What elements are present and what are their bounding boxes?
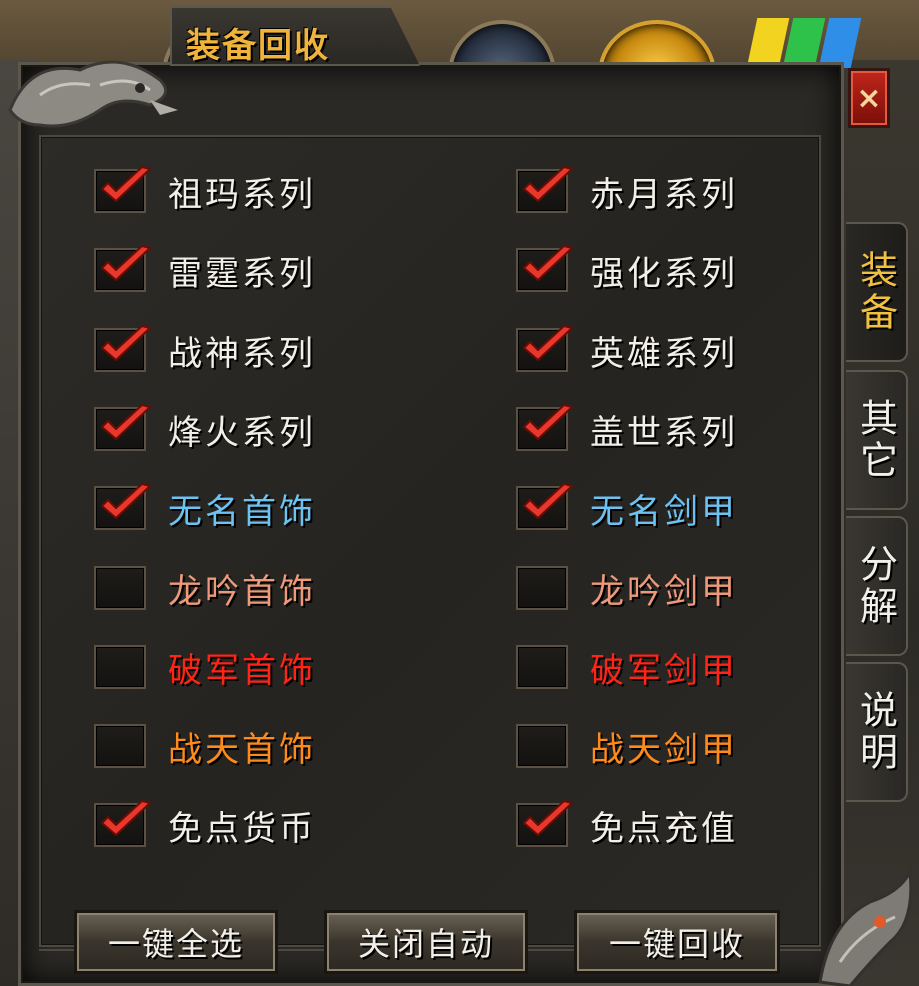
checkmark-icon <box>98 244 154 288</box>
option-label: 免点充值 <box>590 808 738 849</box>
option-item[interactable]: 无名首饰 <box>94 483 316 533</box>
checkbox-checked[interactable] <box>94 404 151 451</box>
checkbox-unchecked[interactable] <box>516 645 568 689</box>
checkmark-icon <box>98 324 154 368</box>
option-item[interactable]: 战天首饰 <box>94 721 316 771</box>
checkbox-unchecked[interactable] <box>94 724 146 768</box>
option-item[interactable]: 免点充值 <box>516 800 738 850</box>
option-label: 战天剑甲 <box>590 729 738 770</box>
checkmark-icon <box>520 482 576 526</box>
select-all-button[interactable]: 一键全选 <box>74 910 278 974</box>
option-item[interactable]: 破军首饰 <box>94 642 316 692</box>
option-item[interactable]: 战天剑甲 <box>516 721 738 771</box>
checkbox-checked[interactable] <box>516 245 573 292</box>
checkmark-icon <box>520 799 576 843</box>
checkbox-checked[interactable] <box>94 166 151 213</box>
option-item[interactable]: 免点货币 <box>94 800 316 850</box>
option-item[interactable]: 战神系列 <box>94 325 316 375</box>
option-label: 龙吟首饰 <box>168 571 316 612</box>
option-item[interactable]: 龙吟剑甲 <box>516 563 738 613</box>
option-label: 破军首饰 <box>168 650 316 691</box>
option-label: 祖玛系列 <box>168 174 316 215</box>
option-label: 强化系列 <box>590 253 738 294</box>
option-item[interactable]: 祖玛系列 <box>94 166 316 216</box>
recycle-all-button[interactable]: 一键回收 <box>574 910 780 974</box>
checkbox-checked[interactable] <box>94 325 151 372</box>
option-item[interactable]: 强化系列 <box>516 245 738 295</box>
option-label: 破军剑甲 <box>590 650 738 691</box>
checkbox-unchecked[interactable] <box>94 645 146 689</box>
option-item[interactable]: 烽火系列 <box>94 404 316 454</box>
option-item[interactable]: 赤月系列 <box>516 166 738 216</box>
option-label: 战天首饰 <box>168 729 316 770</box>
checkbox-checked[interactable] <box>94 800 151 847</box>
checkbox-unchecked[interactable] <box>516 724 568 768</box>
checkmark-icon <box>520 403 576 447</box>
checkbox-checked[interactable] <box>94 483 151 530</box>
option-item[interactable]: 破军剑甲 <box>516 642 738 692</box>
checkbox-checked[interactable] <box>516 166 573 213</box>
option-label: 英雄系列 <box>590 333 738 374</box>
checkbox-checked[interactable] <box>516 800 573 847</box>
option-label: 盖世系列 <box>590 412 738 453</box>
option-label: 烽火系列 <box>168 412 316 453</box>
checkmark-icon <box>520 165 576 209</box>
option-label: 免点货币 <box>168 808 316 849</box>
checkbox-checked[interactable] <box>516 404 573 451</box>
checkbox-unchecked[interactable] <box>516 566 568 610</box>
game-screen: 装备回收 × 装备 其它 分解 说明 祖玛系列 赤月系列 雷霆系列 强化系列 战神系列英… <box>0 0 919 986</box>
option-label: 无名首饰 <box>168 491 316 532</box>
option-label: 战神系列 <box>168 333 316 374</box>
option-item[interactable]: 雷霆系列 <box>94 245 316 295</box>
option-item[interactable]: 英雄系列 <box>516 325 738 375</box>
option-label: 雷霆系列 <box>168 253 316 294</box>
checkmark-icon <box>98 403 154 447</box>
checkmark-icon <box>98 799 154 843</box>
option-label: 赤月系列 <box>590 174 738 215</box>
option-label: 龙吟剑甲 <box>590 571 738 612</box>
checkmark-icon <box>520 324 576 368</box>
checkbox-checked[interactable] <box>516 483 573 530</box>
checkbox-checked[interactable] <box>516 325 573 372</box>
checkmark-icon <box>98 165 154 209</box>
option-item[interactable]: 无名剑甲 <box>516 483 738 533</box>
option-grid: 祖玛系列 赤月系列雷霆系列 强化系列战神系列 英雄系列烽火系列 盖世系列无名首饰 无名剑甲… <box>0 0 919 986</box>
option-item[interactable]: 盖世系列 <box>516 404 738 454</box>
option-item[interactable]: 龙吟首饰 <box>94 563 316 613</box>
checkbox-checked[interactable] <box>94 245 151 292</box>
checkmark-icon <box>520 244 576 288</box>
option-label: 无名剑甲 <box>590 491 738 532</box>
checkbox-unchecked[interactable] <box>94 566 146 610</box>
checkmark-icon <box>98 482 154 526</box>
close-auto-button[interactable]: 关闭自动 <box>324 910 528 974</box>
